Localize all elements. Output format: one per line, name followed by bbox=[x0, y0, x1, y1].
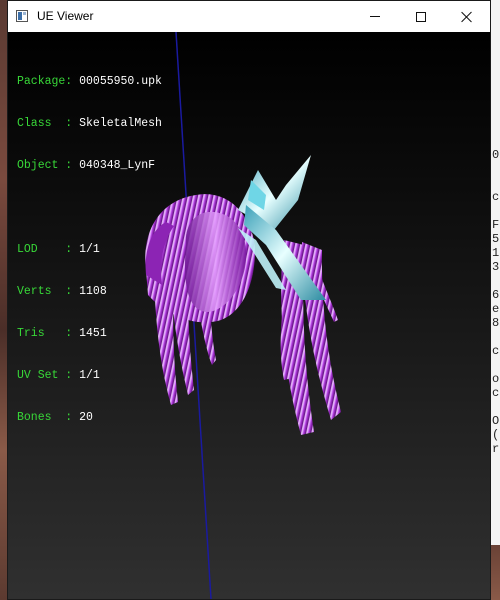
console-glyph: c bbox=[492, 344, 500, 358]
info-package-label: Package: bbox=[17, 75, 80, 88]
console-glyph bbox=[492, 134, 500, 148]
info-package-value: 00055950.upk bbox=[79, 75, 162, 88]
close-button[interactable] bbox=[444, 1, 490, 32]
title-bar[interactable]: UE Viewer bbox=[8, 1, 490, 32]
minimize-button[interactable] bbox=[352, 1, 398, 32]
info-bones-label: Bones : bbox=[17, 411, 80, 424]
info-package-row: Package: 00055950.upk bbox=[17, 75, 162, 89]
info-verts-value: 1108 bbox=[79, 285, 107, 298]
console-glyph: 0 bbox=[492, 148, 500, 162]
app-window-icon[interactable] bbox=[16, 10, 28, 22]
console-glyph bbox=[492, 274, 500, 288]
info-uvset-value: 1/1 bbox=[79, 369, 100, 382]
console-glyph: ( bbox=[492, 428, 500, 442]
desktop-background-right bbox=[490, 545, 500, 600]
console-glyph: c bbox=[492, 386, 500, 400]
info-object-label: Object : bbox=[17, 159, 80, 172]
console-glyph: 1 bbox=[492, 246, 500, 260]
console-glyph: 3 bbox=[492, 260, 500, 274]
window-title: UE Viewer bbox=[37, 9, 94, 23]
console-glyph: O bbox=[492, 414, 500, 428]
info-uvset-label: UV Set : bbox=[17, 369, 80, 382]
info-class-value: SkeletalMesh bbox=[79, 117, 162, 130]
console-glyph: 5 bbox=[492, 232, 500, 246]
info-bones-value: 20 bbox=[79, 411, 93, 424]
console-glyph bbox=[492, 330, 500, 344]
info-verts-label: Verts : bbox=[17, 285, 80, 298]
info-class-label: Class : bbox=[17, 117, 80, 130]
console-glyph: 8 bbox=[492, 316, 500, 330]
console-glyph bbox=[492, 162, 500, 176]
info-class-row: Class : SkeletalMesh bbox=[17, 117, 162, 131]
maximize-icon bbox=[416, 11, 426, 22]
console-glyph bbox=[492, 176, 500, 190]
info-tris-value: 1451 bbox=[79, 327, 107, 340]
background-console-text: 0 c F513 6e8 c oc O(r bbox=[492, 134, 500, 456]
console-glyph: e bbox=[492, 302, 500, 316]
console-glyph: r bbox=[492, 442, 500, 456]
ue-viewer-window: UE Viewer Package: 00055950.upk Class : … bbox=[7, 0, 491, 600]
info-lod-label: LOD : bbox=[17, 243, 80, 256]
info-lod-value: 1/1 bbox=[79, 243, 100, 256]
maximize-button[interactable] bbox=[398, 1, 444, 32]
console-glyph bbox=[492, 400, 500, 414]
console-glyph bbox=[492, 358, 500, 372]
console-glyph bbox=[492, 204, 500, 218]
console-glyph: F bbox=[492, 218, 500, 232]
console-glyph: o bbox=[492, 372, 500, 386]
console-glyph: 6 bbox=[492, 288, 500, 302]
close-icon bbox=[461, 11, 473, 23]
3d-viewport[interactable]: Package: 00055950.upk Class : SkeletalMe… bbox=[8, 32, 490, 599]
minimize-icon bbox=[370, 16, 380, 17]
hair-mesh-model[interactable] bbox=[126, 150, 356, 440]
info-tris-label: Tris : bbox=[17, 327, 80, 340]
console-glyph: c bbox=[492, 190, 500, 204]
